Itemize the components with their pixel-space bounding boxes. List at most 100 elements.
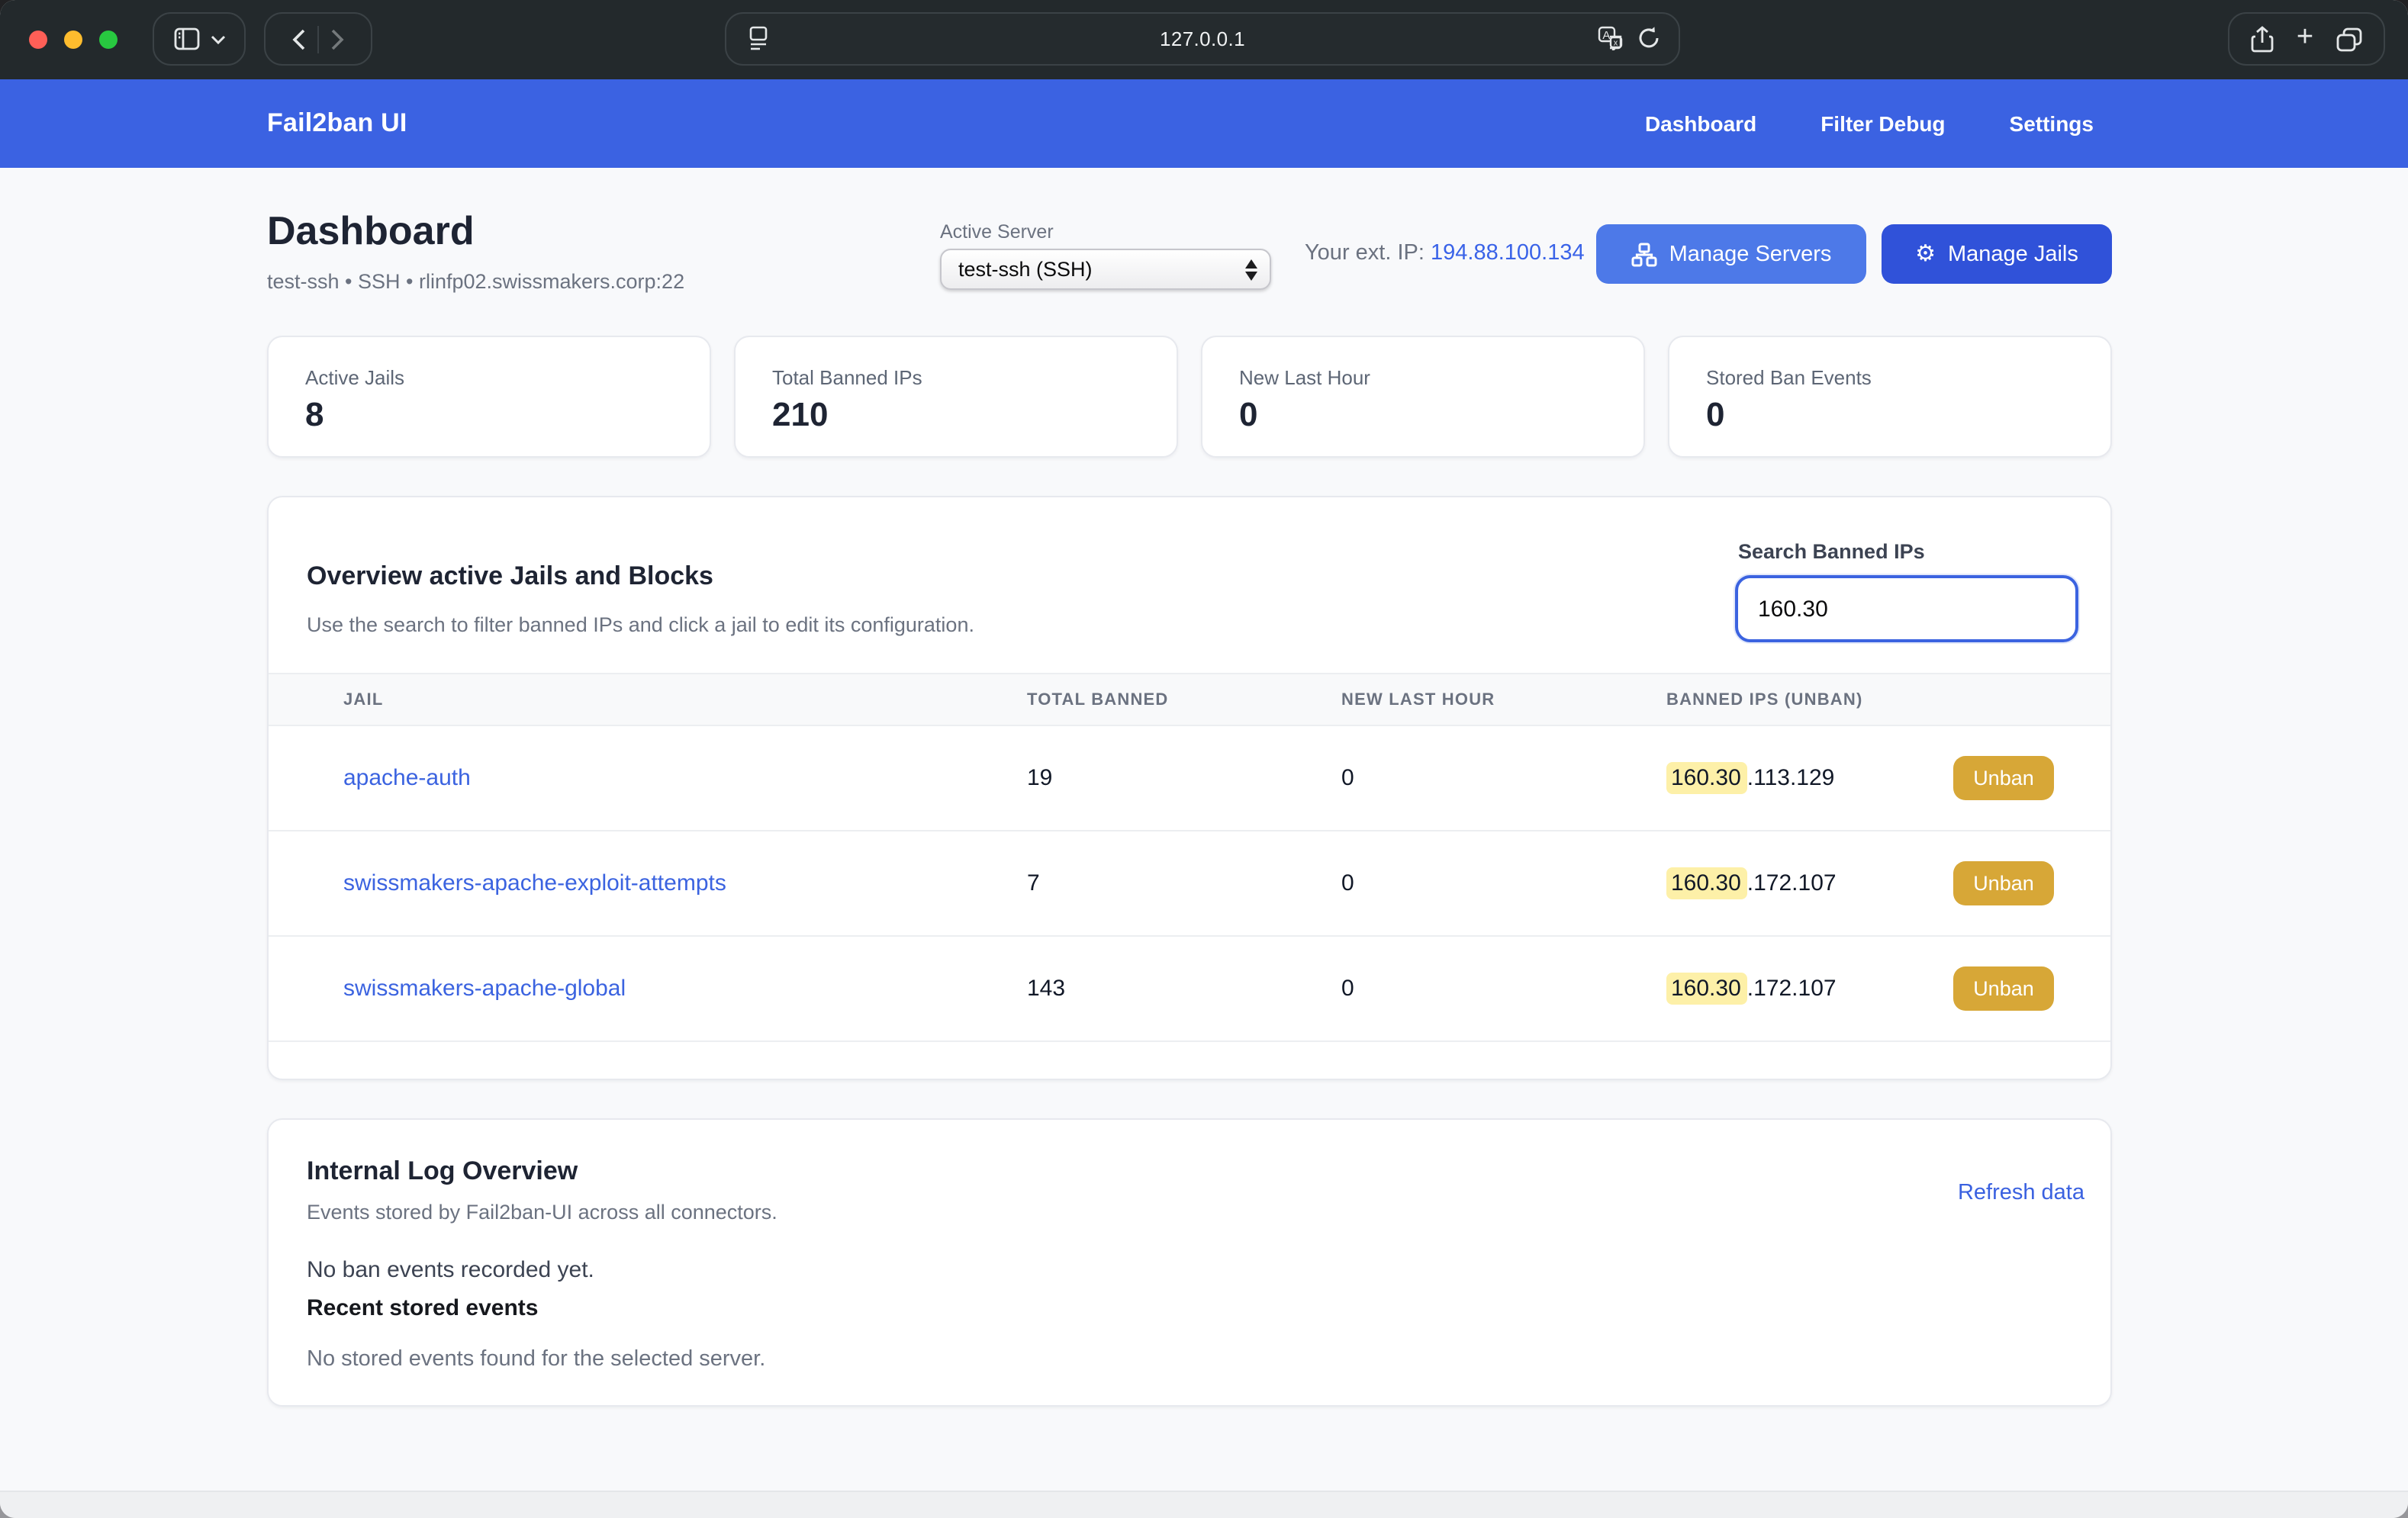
nav-item-settings[interactable]: Settings xyxy=(2010,111,2094,136)
manage-servers-label: Manage Servers xyxy=(1669,242,1832,266)
external-ip: Your ext. IP: 194.88.100.134 xyxy=(1305,241,1585,265)
manage-servers-button[interactable]: Manage Servers xyxy=(1596,224,1866,284)
share-icon[interactable] xyxy=(2251,25,2274,53)
svg-text:A: A xyxy=(1602,29,1610,42)
gear-icon: ⚙ xyxy=(1915,243,1936,265)
nav-divider xyxy=(317,25,319,53)
back-button[interactable] xyxy=(291,28,305,50)
minimize-window-button[interactable] xyxy=(64,31,82,49)
window-footer-strip xyxy=(0,1491,2408,1518)
page-title: Dashboard xyxy=(267,207,475,255)
ip-rest: .113.129 xyxy=(1747,765,1835,791)
manage-jails-button[interactable]: ⚙ Manage Jails xyxy=(1882,224,2112,284)
app-navbar: Fail2ban UI Dashboard Filter Debug Setti… xyxy=(0,79,2408,168)
internal-log-card: Internal Log Overview Refresh data Event… xyxy=(267,1118,2112,1407)
sidebar-toggle-button[interactable] xyxy=(153,12,246,66)
stat-value: 210 xyxy=(772,395,1140,435)
internal-log-title: Internal Log Overview xyxy=(307,1156,578,1187)
page-subtitle: test-ssh • SSH • rlinfp02.swissmakers.co… xyxy=(267,270,684,293)
new-last-hour-value: 0 xyxy=(1341,976,1354,1002)
page-settings-icon[interactable] xyxy=(748,26,769,50)
overview-description: Use the search to filter banned IPs and … xyxy=(307,613,974,636)
new-last-hour-value: 0 xyxy=(1341,765,1354,791)
nav-links: Dashboard Filter Debug Settings xyxy=(1645,111,2094,136)
external-ip-label: Your ext. IP: xyxy=(1305,241,1425,265)
sidebar-icon xyxy=(173,27,199,50)
forward-button[interactable] xyxy=(331,28,345,50)
new-last-hour-value: 0 xyxy=(1341,870,1354,896)
table-row: apache-auth 19 0 160.30.113.129 Unban xyxy=(269,726,2110,831)
banned-ip: 160.30.172.107 xyxy=(1666,870,1837,896)
manage-jails-label: Manage Jails xyxy=(1948,242,2078,266)
overview-card: Overview active Jails and Blocks Use the… xyxy=(267,496,2112,1080)
search-banned-ips-label: Search Banned IPs xyxy=(1738,540,1925,563)
jail-link[interactable]: swissmakers-apache-global xyxy=(343,976,626,1002)
tab-overview-icon[interactable] xyxy=(2336,27,2362,51)
active-server-select[interactable]: test-ssh (SSH) xyxy=(940,249,1271,290)
unban-button[interactable]: Unban xyxy=(1953,756,2054,800)
traffic-lights xyxy=(29,31,118,49)
stat-label: New Last Hour xyxy=(1239,366,1607,389)
total-banned-value: 7 xyxy=(1027,870,1040,896)
stat-card-stored-ban-events: Stored Ban Events 0 xyxy=(1668,336,2112,458)
total-banned-value: 19 xyxy=(1027,765,1052,791)
browser-window: 127.0.0.1 A x xyxy=(0,0,2408,1518)
stat-label: Total Banned IPs xyxy=(772,366,1140,389)
active-server-label: Active Server xyxy=(940,221,1054,243)
recent-stored-events-title: Recent stored events xyxy=(307,1295,538,1321)
ip-highlight: 160.30 xyxy=(1666,973,1747,1005)
svg-text:x: x xyxy=(1614,39,1618,48)
nav-item-dashboard[interactable]: Dashboard xyxy=(1645,111,1756,136)
select-arrows-icon xyxy=(1245,259,1257,280)
external-ip-value[interactable]: 194.88.100.134 xyxy=(1431,241,1585,265)
chevron-down-icon xyxy=(210,34,225,43)
stat-card-total-banned: Total Banned IPs 210 xyxy=(734,336,1178,458)
overview-title: Overview active Jails and Blocks xyxy=(307,561,713,592)
no-ban-events-text: No ban events recorded yet. xyxy=(307,1257,594,1283)
ip-rest: .172.107 xyxy=(1747,976,1837,1002)
window-actions-group: + xyxy=(2228,12,2385,66)
table-row: swissmakers-apache-exploit-attempts 7 0 … xyxy=(269,831,2110,937)
unban-button[interactable]: Unban xyxy=(1953,966,2054,1011)
ip-highlight: 160.30 xyxy=(1666,867,1747,899)
sitemap-icon xyxy=(1631,242,1657,266)
stat-card-new-last-hour: New Last Hour 0 xyxy=(1201,336,1645,458)
banned-ip: 160.30.113.129 xyxy=(1666,765,1834,791)
no-stored-events-text: No stored events found for the selected … xyxy=(307,1347,765,1372)
internal-log-description: Events stored by Fail2ban-UI across all … xyxy=(307,1201,777,1224)
search-banned-ips-input[interactable] xyxy=(1735,575,2078,642)
column-header-jail: Jail xyxy=(343,691,384,709)
column-header-banned-ips: Banned IPs (Unban) xyxy=(1666,691,1863,709)
nav-item-filter-debug[interactable]: Filter Debug xyxy=(1820,111,1945,136)
translate-icon[interactable]: A x xyxy=(1598,26,1624,50)
refresh-data-link[interactable]: Refresh data xyxy=(1958,1181,2084,1205)
reload-icon[interactable] xyxy=(1637,26,1660,50)
close-window-button[interactable] xyxy=(29,31,47,49)
unban-button[interactable]: Unban xyxy=(1953,861,2054,905)
browser-titlebar: 127.0.0.1 A x xyxy=(0,0,2408,79)
total-banned-value: 143 xyxy=(1027,976,1065,1002)
table-row: swissmakers-apache-global 143 0 160.30.1… xyxy=(269,937,2110,1042)
active-server-value: test-ssh (SSH) xyxy=(958,258,1245,281)
jail-link[interactable]: swissmakers-apache-exploit-attempts xyxy=(343,870,726,896)
url-text[interactable]: 127.0.0.1 xyxy=(726,27,1679,50)
stat-card-active-jails: Active Jails 8 xyxy=(267,336,711,458)
ip-rest: .172.107 xyxy=(1747,870,1837,896)
zoom-window-button[interactable] xyxy=(99,31,118,49)
stat-label: Active Jails xyxy=(305,366,673,389)
column-header-new-last-hour: New Last Hour xyxy=(1341,691,1495,709)
history-nav-group xyxy=(264,12,372,66)
address-bar[interactable]: 127.0.0.1 A x xyxy=(725,12,1680,66)
new-tab-icon[interactable]: + xyxy=(2297,23,2313,52)
jail-link[interactable]: apache-auth xyxy=(343,765,471,791)
stat-value: 0 xyxy=(1706,395,2074,435)
jails-table-header: Jail Total Banned New Last Hour Banned I… xyxy=(269,673,2110,726)
app-brand[interactable]: Fail2ban UI xyxy=(267,108,407,139)
stat-value: 0 xyxy=(1239,395,1607,435)
ip-highlight: 160.30 xyxy=(1666,762,1747,794)
dashboard-content: Dashboard test-ssh • SSH • rlinfp02.swis… xyxy=(0,168,2408,1491)
stat-value: 8 xyxy=(305,395,673,435)
column-header-total-banned: Total Banned xyxy=(1027,691,1169,709)
banned-ip: 160.30.172.107 xyxy=(1666,976,1837,1002)
stat-label: Stored Ban Events xyxy=(1706,366,2074,389)
